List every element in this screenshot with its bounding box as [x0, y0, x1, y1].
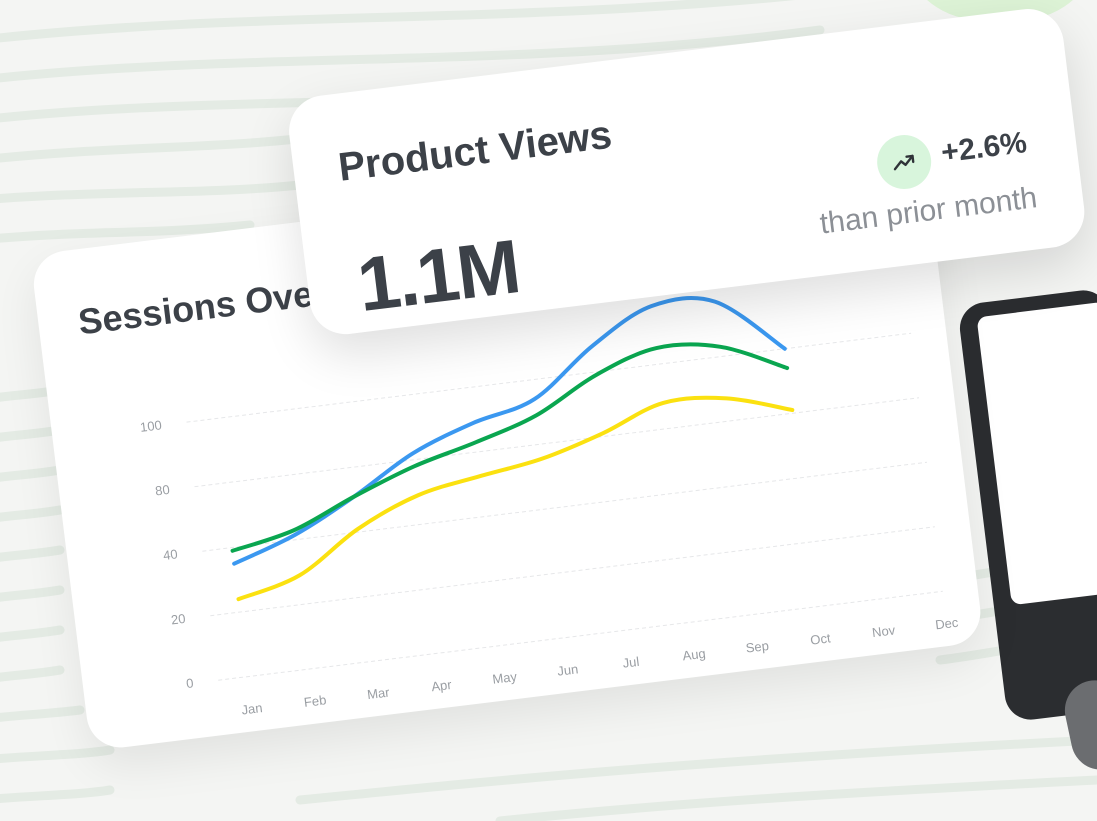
- x-tick-label: Nov: [871, 622, 896, 640]
- product-views-value: 1.1M: [353, 224, 524, 329]
- y-tick-label: 100: [139, 417, 162, 435]
- series-line-3: [236, 395, 795, 602]
- device-screen: [976, 301, 1097, 606]
- gridline: [194, 397, 920, 488]
- product-views-delta: +2.6%: [939, 126, 1029, 170]
- x-tick-label: Jul: [622, 654, 640, 671]
- series-line-2: [230, 342, 790, 553]
- y-tick-label: 80: [154, 482, 170, 499]
- gridline: [210, 526, 935, 617]
- x-tick-label: May: [492, 669, 519, 687]
- x-tick-label: Mar: [366, 684, 391, 702]
- x-tick-label: Sep: [745, 638, 770, 656]
- y-tick-label: 40: [162, 546, 178, 563]
- x-tick-label: Aug: [682, 646, 707, 664]
- x-tick-label: Oct: [809, 630, 831, 647]
- product-views-comparison: than prior month: [818, 181, 1039, 241]
- x-tick-label: Dec: [934, 615, 959, 633]
- y-tick-label: 0: [185, 675, 194, 691]
- x-tick-label: Jan: [241, 700, 264, 717]
- x-tick-label: Apr: [430, 677, 453, 694]
- trending-up-icon: [874, 131, 935, 193]
- x-tick-label: Jun: [556, 661, 579, 678]
- x-tick-label: Feb: [303, 692, 327, 710]
- gridline: [202, 461, 928, 552]
- y-tick-label: 20: [170, 611, 186, 628]
- product-views-title: Product Views: [336, 112, 615, 190]
- series-line-1: [232, 296, 787, 566]
